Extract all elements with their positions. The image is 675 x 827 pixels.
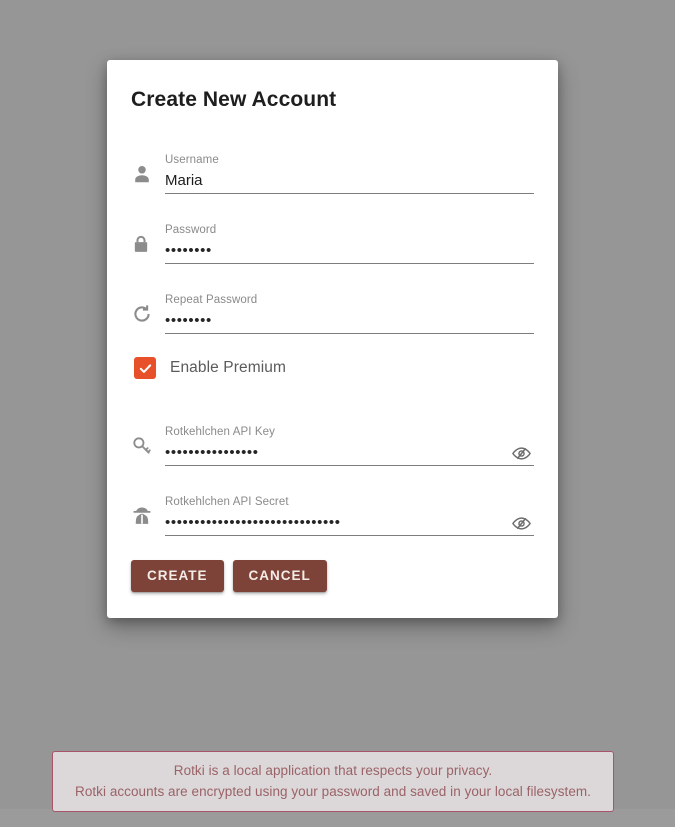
field-label-password: Password — [165, 224, 217, 236]
field-underline-repeat-password: •••••••• — [165, 309, 534, 334]
repeat-icon — [131, 300, 157, 334]
privacy-line-1: Rotki is a local application that respec… — [173, 763, 493, 778]
eye-off-icon-api-secret[interactable] — [508, 512, 534, 534]
privacy-line-2: Rotki accounts are encrypted using your … — [75, 784, 591, 799]
field-label-api-key: Rotkehlchen API Key — [165, 426, 275, 438]
dialog-actions: CREATE CANCEL — [107, 536, 558, 618]
page-title: Create New Account — [131, 88, 337, 111]
create-button[interactable]: CREATE — [131, 560, 224, 592]
field-label-api-secret: Rotkehlchen API Secret — [165, 496, 289, 508]
repeat-password-input[interactable]: •••••••• — [165, 311, 534, 331]
field-underline-api-key: •••••••••••••••• — [165, 441, 534, 466]
privacy-banner: Rotki is a local application that respec… — [52, 751, 614, 812]
field-row-api-key: Rotkehlchen API Key •••••••••••••••• — [131, 396, 534, 466]
field-underline-api-secret: •••••••••••••••••••••••••••••• — [165, 511, 534, 536]
cancel-button[interactable]: CANCEL — [232, 560, 327, 592]
dialog-body: Username Maria Password •••••••• Repeat … — [107, 118, 558, 536]
field-row-repeat-password: Repeat Password •••••••• — [131, 264, 534, 334]
enable-premium-row[interactable]: Enable Premium — [131, 340, 534, 396]
api-secret-input[interactable]: •••••••••••••••••••••••••••••• — [165, 513, 502, 533]
field-row-api-secret: Rotkehlchen API Secret •••••••••••••••••… — [131, 466, 534, 536]
password-input[interactable]: •••••••• — [165, 241, 534, 261]
field-api-secret: Rotkehlchen API Secret •••••••••••••••••… — [165, 495, 534, 536]
field-api-key: Rotkehlchen API Key •••••••••••••••• — [165, 425, 534, 466]
enable-premium-checkbox[interactable] — [134, 357, 156, 379]
field-label-username: Username — [165, 154, 219, 166]
field-underline-username: Maria — [165, 169, 534, 194]
api-key-input[interactable]: •••••••••••••••• — [165, 443, 502, 463]
app-background: Create New Account Username Maria Passwo… — [0, 0, 675, 827]
key-icon — [131, 432, 157, 466]
field-password: Password •••••••• — [165, 223, 534, 264]
username-input[interactable]: Maria — [165, 171, 534, 191]
field-label-repeat-password: Repeat Password — [165, 294, 258, 306]
create-account-dialog: Create New Account Username Maria Passwo… — [107, 60, 558, 618]
field-row-username: Username Maria — [131, 124, 534, 194]
field-repeat-password: Repeat Password •••••••• — [165, 293, 534, 334]
field-underline-password: •••••••• — [165, 239, 534, 264]
lock-icon — [131, 230, 157, 264]
field-row-password: Password •••••••• — [131, 194, 534, 264]
spy-icon — [131, 502, 157, 536]
field-username: Username Maria — [165, 153, 534, 194]
enable-premium-label: Enable Premium — [170, 359, 286, 376]
eye-off-icon-api-key[interactable] — [508, 442, 534, 464]
account-icon — [131, 160, 157, 194]
